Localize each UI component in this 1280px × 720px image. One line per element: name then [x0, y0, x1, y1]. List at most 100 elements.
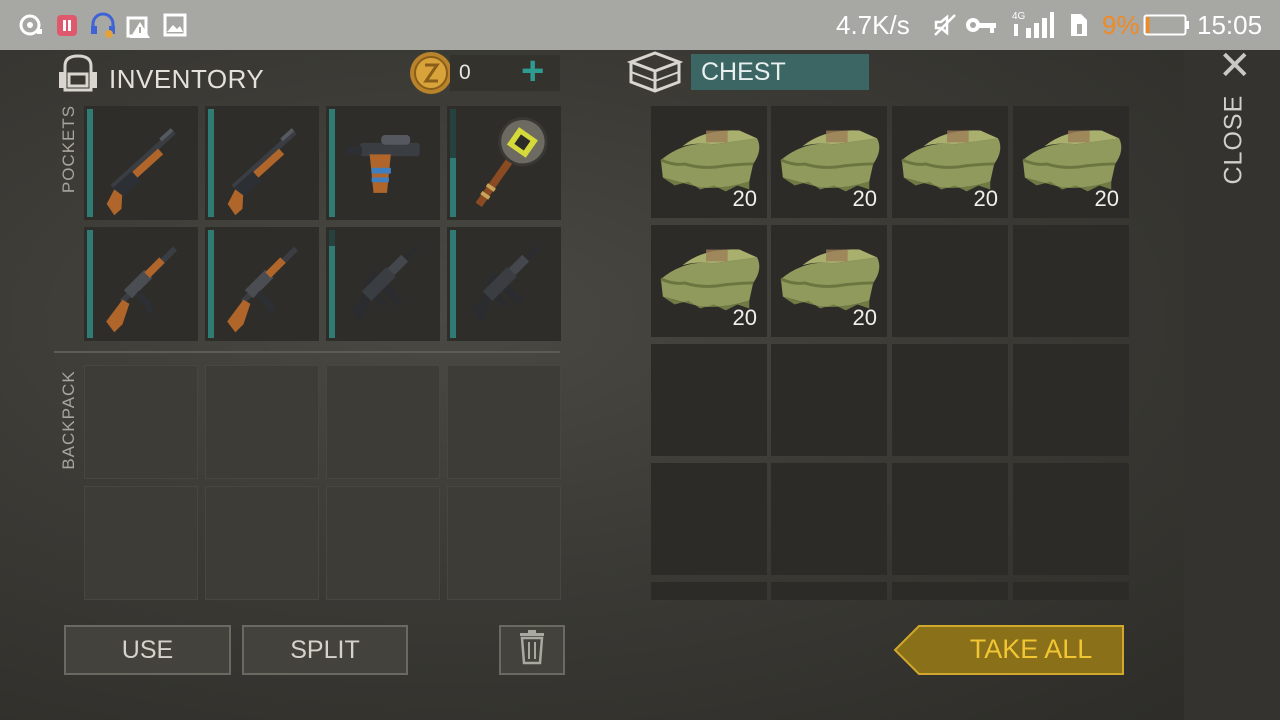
durability-bar: [450, 109, 456, 217]
durability-fill: [329, 246, 335, 338]
gallery-icon: [162, 12, 188, 38]
chest-slot[interactable]: [1013, 344, 1129, 456]
chest-slot[interactable]: [892, 344, 1008, 456]
chest-slot[interactable]: 20: [771, 225, 887, 337]
pocket-slot[interactable]: [205, 106, 319, 220]
clock: 15:05: [1197, 10, 1263, 40]
chest-slot[interactable]: [892, 463, 1008, 575]
battery-level: [1146, 17, 1150, 33]
m4-rifle-icon: [338, 231, 436, 337]
pocket-slot[interactable]: [84, 227, 198, 341]
item-quantity: 20: [852, 305, 877, 330]
ak-rifle-icon: [217, 231, 315, 337]
durability-bar: [329, 230, 335, 338]
pocket-slot[interactable]: [205, 227, 319, 341]
chest-slot[interactable]: [1013, 225, 1129, 337]
durability-fill: [208, 230, 214, 338]
coin-icon: [408, 50, 454, 101]
take-all-button[interactable]: TAKE ALL: [893, 624, 1125, 676]
take-all-label: TAKE ALL: [969, 634, 1093, 664]
shotgun-icon: [217, 110, 315, 216]
durability-bar: [329, 109, 335, 217]
pocket-slot[interactable]: [326, 227, 440, 341]
backpack-slot[interactable]: [205, 365, 319, 479]
chest-slot-partial: [1013, 582, 1129, 600]
m4-rifle-icon: [459, 231, 557, 337]
trash-button[interactable]: [499, 625, 565, 675]
mace-icon: [459, 110, 557, 216]
ak-rifle-icon: [96, 231, 194, 337]
chest-slot[interactable]: [1013, 463, 1129, 575]
chest-slot-partial: [651, 582, 767, 600]
data-saver-icon: [1064, 12, 1092, 38]
durability-fill: [450, 230, 456, 338]
backpack-slot[interactable]: [84, 365, 198, 479]
item-quantity: 20: [973, 186, 998, 211]
mute-icon: [932, 12, 958, 38]
backpack-slot[interactable]: [84, 486, 198, 600]
chest-slot[interactable]: 20: [651, 225, 767, 337]
battery-saver-icon: [54, 12, 80, 38]
durability-fill: [329, 109, 335, 217]
vpn-key-icon: [964, 12, 998, 38]
item-quantity: 20: [732, 186, 757, 211]
pocket-slot[interactable]: [447, 227, 561, 341]
chest-slot[interactable]: 20: [1013, 106, 1129, 218]
durability-bar: [87, 109, 93, 217]
item-quantity: 20: [852, 186, 877, 211]
pocket-slot[interactable]: [84, 106, 198, 220]
alert-icon: [126, 12, 152, 38]
pockets-label: POCKETS: [59, 104, 78, 194]
durability-bar: [450, 230, 456, 338]
chest-slot-partial: [771, 582, 887, 600]
coin-count: 0: [459, 61, 471, 84]
chest-slot[interactable]: [892, 225, 1008, 337]
backpack-slot[interactable]: [326, 486, 440, 600]
durability-bar: [87, 230, 93, 338]
net-speed: 4.7K/s: [836, 10, 910, 40]
durability-fill: [450, 157, 456, 217]
signal-icon: 4G: [1010, 11, 1054, 38]
chest-slot[interactable]: [771, 344, 887, 456]
use-button[interactable]: USE: [64, 625, 231, 675]
backpack-slot[interactable]: [205, 486, 319, 600]
section-divider: [54, 351, 560, 353]
split-button[interactable]: SPLIT: [242, 625, 408, 675]
pocket-slot[interactable]: [447, 106, 561, 220]
battery-percent: 9%: [1102, 10, 1140, 40]
chest-icon: [626, 50, 684, 99]
backpack-slot[interactable]: [447, 365, 561, 479]
item-quantity: 20: [1094, 186, 1119, 211]
close-button[interactable]: ✕ CLOSE: [1204, 46, 1264, 185]
durability-fill: [208, 109, 214, 217]
inventory-title: INVENTORY: [109, 64, 265, 94]
chest-slot[interactable]: [651, 463, 767, 575]
backpack-label: BACKPACK: [59, 370, 78, 470]
chest-name-field[interactable]: CHEST: [691, 54, 869, 90]
add-coins-button[interactable]: +: [521, 51, 544, 91]
trash-icon: [518, 629, 546, 672]
pistol-icon: [338, 110, 436, 216]
durability-bar: [208, 109, 214, 217]
chest-slot[interactable]: [651, 344, 767, 456]
close-label: CLOSE: [1219, 94, 1248, 185]
chest-slot[interactable]: 20: [651, 106, 767, 218]
backpack-slot[interactable]: [447, 486, 561, 600]
battery-icon: [1143, 12, 1191, 38]
chest-slot-partial: [892, 582, 1008, 600]
network-type: 4G: [1012, 11, 1026, 22]
backpack-icon: [55, 52, 101, 99]
pocket-slot[interactable]: [326, 106, 440, 220]
durability-fill: [87, 230, 93, 338]
chest-slot[interactable]: [771, 463, 887, 575]
item-quantity: 20: [732, 305, 757, 330]
shotgun-icon: [96, 110, 194, 216]
status-bar: 4.7K/s 4G 9% 15:05: [0, 0, 1280, 50]
headset-icon: [89, 12, 117, 38]
chest-slot[interactable]: 20: [771, 106, 887, 218]
close-icon: ✕: [1218, 44, 1252, 88]
durability-fill: [87, 109, 93, 217]
chest-slot[interactable]: 20: [892, 106, 1008, 218]
backpack-slot[interactable]: [326, 365, 440, 479]
durability-bar: [208, 230, 214, 338]
